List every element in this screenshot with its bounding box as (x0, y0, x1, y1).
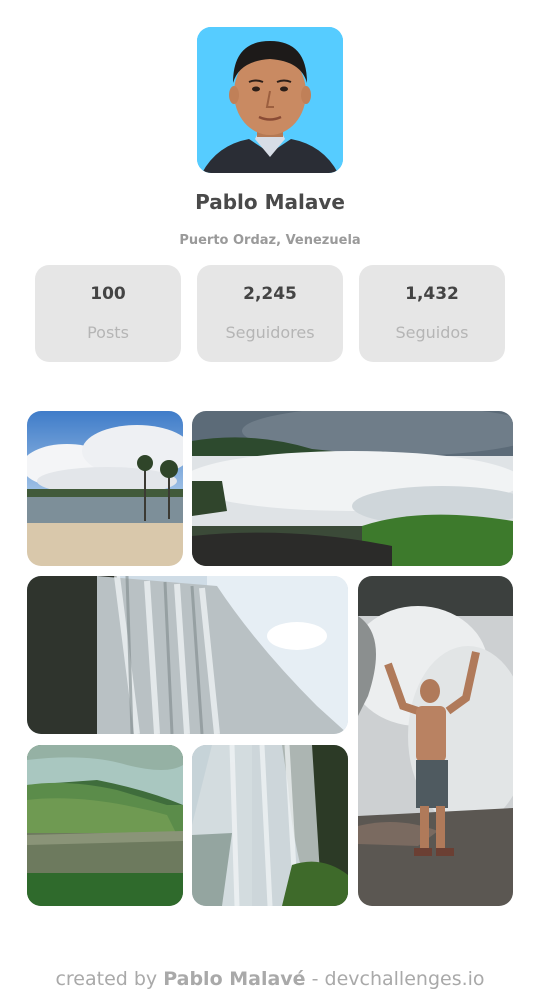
footer-site-link[interactable]: devchallenges.io (325, 968, 485, 990)
gallery-photo-waterfall-cliff[interactable] (192, 745, 348, 906)
footer-credit: created by Pablo Malavé - devchallenges.… (0, 968, 540, 990)
stat-card-posts[interactable]: 100 Posts (35, 265, 181, 362)
stat-label: Posts (87, 323, 129, 342)
gallery-photo-river-falls[interactable] (192, 411, 513, 566)
profile-location: Puerto Ordaz, Venezuela (179, 233, 361, 248)
stat-value: 100 (90, 284, 126, 304)
gallery-photo-tepui-aerial[interactable] (27, 745, 183, 906)
profile-name: Pablo Malave (195, 190, 345, 214)
footer-prefix: created by (55, 968, 158, 990)
stat-label: Seguidos (395, 323, 469, 342)
stat-value: 1,432 (405, 284, 459, 304)
footer-separator: - (311, 968, 319, 990)
stat-card-followers[interactable]: 2,245 Seguidores (197, 265, 343, 362)
profile-avatar (197, 27, 343, 173)
stat-label: Seguidores (225, 323, 315, 342)
stat-value: 2,245 (243, 284, 297, 304)
stat-card-following[interactable]: 1,432 Seguidos (359, 265, 505, 362)
gallery-photo-waterfall-curtain[interactable] (27, 576, 348, 734)
footer-author: Pablo Malavé (163, 968, 306, 990)
gallery-photo-man-waterfall[interactable] (358, 576, 513, 906)
gallery-photo-beach[interactable] (27, 411, 183, 566)
